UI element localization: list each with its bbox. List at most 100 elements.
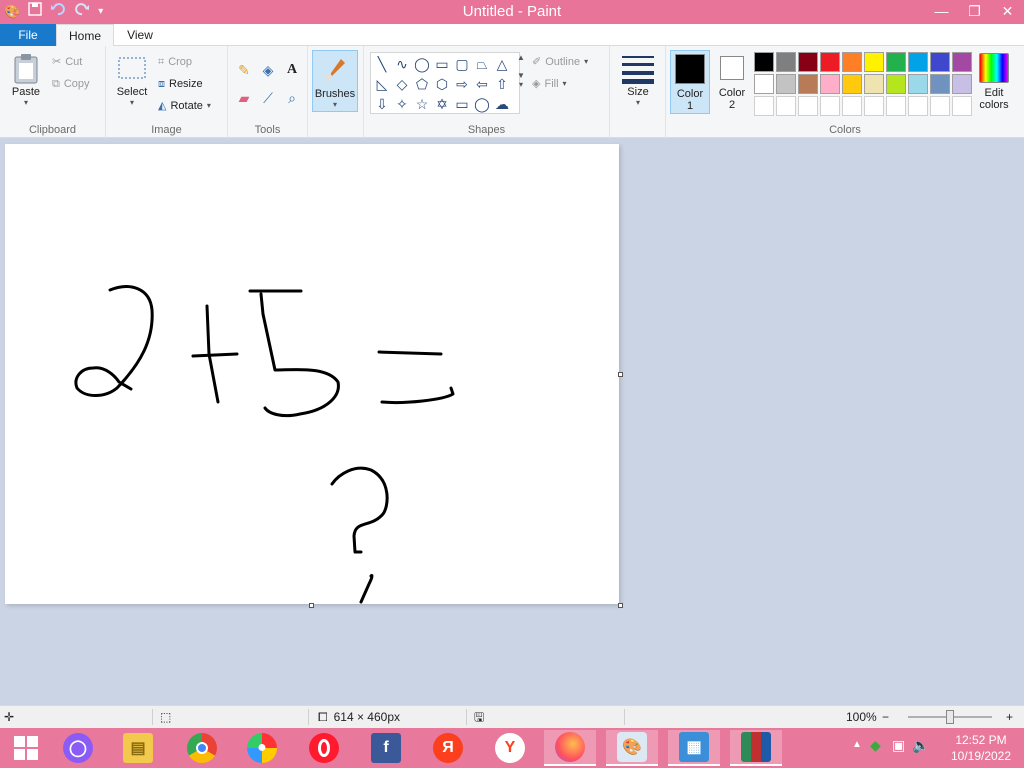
palette-color-swatch[interactable] (930, 52, 950, 72)
tab-file[interactable]: File (0, 24, 56, 46)
drawing-canvas[interactable] (5, 144, 619, 604)
rotate-button[interactable]: ◭ Rotate ▾ (158, 96, 211, 116)
palette-color-swatch[interactable] (930, 74, 950, 94)
curve-shape-icon[interactable]: ∿ (393, 55, 411, 73)
restore-button[interactable]: ❐ (958, 0, 991, 24)
left-arrow-shape-icon[interactable]: ⇦ (473, 75, 491, 93)
palette-color-swatch[interactable] (842, 96, 862, 116)
cut-button[interactable]: ✂ Cut (52, 52, 82, 72)
size-button[interactable]: Size ▾ (618, 50, 658, 116)
oval-shape-icon[interactable]: ◯ (413, 55, 431, 73)
minimize-button[interactable]: — (925, 0, 958, 24)
network-icon[interactable]: ▣ (892, 737, 905, 754)
yandex-browser-y-icon[interactable]: Y (484, 730, 536, 766)
winrar-icon[interactable] (730, 730, 782, 766)
pencil-icon[interactable]: ✎ (234, 60, 254, 80)
four-point-star-shape-icon[interactable]: ✧ (393, 95, 411, 113)
facebook-icon[interactable]: f (360, 730, 412, 766)
firefox-icon[interactable] (544, 730, 596, 766)
zoom-out-button[interactable]: − (882, 706, 889, 728)
palette-color-swatch[interactable] (886, 52, 906, 72)
zoom-in-button[interactable]: + (1006, 706, 1013, 728)
tab-view[interactable]: View (116, 24, 164, 46)
palette-color-swatch[interactable] (754, 52, 774, 72)
right-arrow-shape-icon[interactable]: ⇨ (453, 75, 471, 93)
hexagon-shape-icon[interactable]: ⬡ (433, 75, 451, 93)
palette-color-swatch[interactable] (952, 52, 972, 72)
palette-color-swatch[interactable] (908, 74, 928, 94)
edit-colors-button[interactable]: Edit colors (974, 50, 1014, 114)
oval-callout-shape-icon[interactable]: ◯ (473, 95, 491, 113)
palette-color-swatch[interactable] (776, 74, 796, 94)
tab-home[interactable]: Home (56, 24, 114, 47)
palette-color-swatch[interactable] (930, 96, 950, 116)
up-arrow-shape-icon[interactable]: ⇧ (493, 75, 511, 93)
palette-color-swatch[interactable] (820, 74, 840, 94)
cloud-callout-shape-icon[interactable]: ☁ (493, 95, 511, 113)
volume-icon[interactable]: 🔈 (912, 737, 929, 754)
show-hidden-icons-icon[interactable]: ▲ (852, 739, 862, 750)
network-status-icon[interactable]: ◆ (870, 737, 881, 754)
chrome-icon[interactable] (176, 730, 228, 766)
crop-button[interactable]: ⌗ Crop (158, 52, 192, 72)
opera-icon[interactable] (298, 730, 350, 766)
palette-color-swatch[interactable] (820, 52, 840, 72)
file-explorer-icon[interactable]: ▤ (112, 730, 164, 766)
pentagon-shape-icon[interactable]: ⬠ (413, 75, 431, 93)
text-tool-icon[interactable]: A (282, 60, 302, 80)
paint-taskbar-icon[interactable]: 🎨 (606, 730, 658, 766)
paste-button[interactable]: Paste ▾ (6, 50, 46, 116)
palette-color-swatch[interactable] (842, 52, 862, 72)
palette-color-swatch[interactable] (754, 74, 774, 94)
copy-button[interactable]: ⧉ Copy (52, 74, 90, 94)
eraser-icon[interactable]: ▰ (234, 88, 254, 108)
palette-color-swatch[interactable] (952, 96, 972, 116)
palette-color-swatch[interactable] (864, 74, 884, 94)
clock[interactable]: 12:52 PM 10/19/2022 (948, 732, 1014, 764)
resize-handle-right[interactable] (618, 372, 623, 377)
five-point-star-shape-icon[interactable]: ☆ (413, 95, 431, 113)
palette-color-swatch[interactable] (798, 52, 818, 72)
palette-color-swatch[interactable] (820, 96, 840, 116)
control-panel-icon[interactable]: ▦ (668, 730, 720, 766)
palette-color-swatch[interactable] (886, 96, 906, 116)
triangle-shape-icon[interactable]: △ (493, 55, 511, 73)
diamond-shape-icon[interactable]: ◇ (393, 75, 411, 93)
rounded-callout-shape-icon[interactable]: ▭ (453, 95, 471, 113)
palette-color-swatch[interactable] (864, 52, 884, 72)
rounded-rectangle-shape-icon[interactable]: ▢ (453, 55, 471, 73)
alice-assistant-icon[interactable]: ◯ (52, 730, 104, 766)
line-shape-icon[interactable]: ╲ (373, 55, 391, 73)
yandex-browser-icon[interactable]: ● (236, 730, 288, 766)
palette-color-swatch[interactable] (886, 74, 906, 94)
fill-button[interactable]: ◈ Fill ▾ (532, 74, 567, 94)
palette-color-swatch[interactable] (798, 96, 818, 116)
palette-color-swatch[interactable] (776, 96, 796, 116)
six-point-star-shape-icon[interactable]: ✡ (433, 95, 451, 113)
shapes-scrollbar[interactable]: ▲ ▼ ▾ (515, 53, 527, 115)
palette-color-swatch[interactable] (754, 96, 774, 116)
polygon-shape-icon[interactable]: ⏢ (473, 55, 491, 73)
outline-button[interactable]: ✐ Outline ▾ (532, 52, 588, 72)
resize-handle-corner[interactable] (618, 603, 623, 608)
right-triangle-shape-icon[interactable]: ◺ (373, 75, 391, 93)
fill-bucket-icon[interactable]: ◈ (258, 60, 278, 80)
yandex-icon[interactable]: Я (422, 730, 474, 766)
palette-color-swatch[interactable] (776, 52, 796, 72)
brushes-button[interactable]: Brushes ▾ (312, 50, 358, 112)
start-button[interactable] (0, 730, 52, 766)
down-arrow-shape-icon[interactable]: ⇩ (373, 95, 391, 113)
magnifier-icon[interactable]: ⌕ (282, 88, 302, 108)
palette-color-swatch[interactable] (864, 96, 884, 116)
color2-button[interactable]: Color 2 (712, 50, 752, 114)
close-button[interactable]: ✕ (991, 0, 1024, 24)
resize-handle-bottom[interactable] (309, 603, 314, 608)
color-picker-icon[interactable]: ⟋ (258, 88, 278, 108)
select-button[interactable]: Select ▾ (112, 50, 152, 116)
palette-color-swatch[interactable] (798, 74, 818, 94)
rectangle-shape-icon[interactable]: ▭ (433, 55, 451, 73)
palette-color-swatch[interactable] (842, 74, 862, 94)
zoom-slider-thumb[interactable] (946, 710, 954, 724)
color1-button[interactable]: Color 1 (670, 50, 710, 114)
palette-color-swatch[interactable] (952, 74, 972, 94)
